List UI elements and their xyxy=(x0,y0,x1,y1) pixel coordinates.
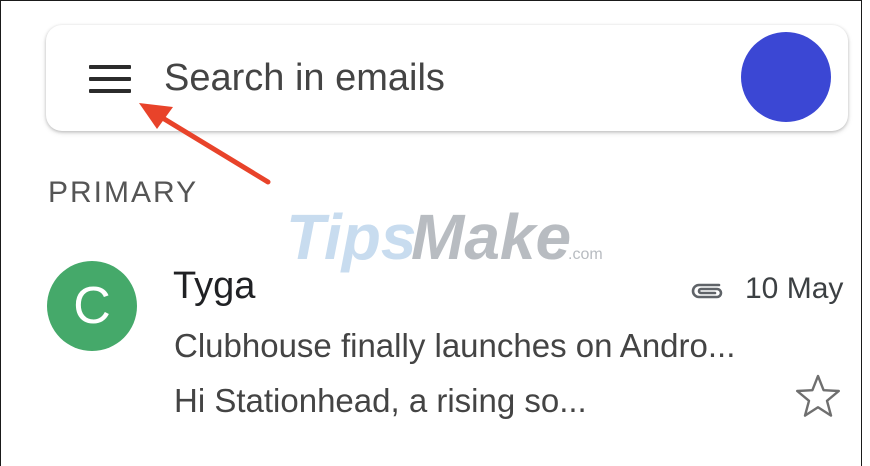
star-outline-icon[interactable] xyxy=(795,373,841,419)
email-date: 10 May xyxy=(745,272,844,305)
account-avatar[interactable] xyxy=(741,32,831,122)
paperclip-icon xyxy=(691,283,723,299)
email-list-item[interactable]: C Tyga 10 May Clubhouse finally launches… xyxy=(1,241,863,441)
email-subject: Clubhouse finally launches on Andro... xyxy=(174,327,736,364)
screenshot-frame: PRIMARY Tips Make .com C Tyga 10 May Clu… xyxy=(0,0,862,466)
section-label-primary: PRIMARY xyxy=(48,176,199,209)
email-snippet: Hi Stationhead, a rising so... xyxy=(174,382,587,419)
menu-icon[interactable] xyxy=(89,65,131,93)
email-sender: Tyga xyxy=(173,265,256,307)
sender-avatar: C xyxy=(47,261,137,351)
